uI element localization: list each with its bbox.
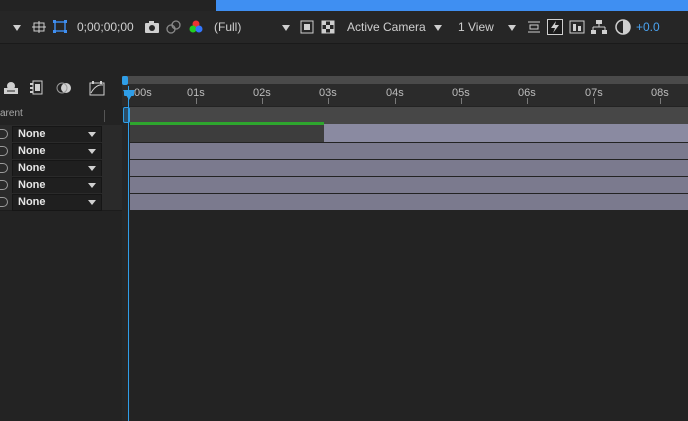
motion-blur-icon[interactable]	[56, 81, 72, 95]
ruler-tick	[196, 98, 197, 104]
chevron-down-icon	[88, 132, 96, 137]
region-of-interest-icon[interactable]	[32, 21, 46, 33]
work-area-start-handle[interactable]	[122, 76, 128, 85]
pick-whip-icon[interactable]	[0, 180, 8, 190]
view-layout-dropdown[interactable]: 1 View	[458, 11, 494, 43]
flowchart-icon[interactable]	[591, 20, 607, 34]
ruler-tick	[395, 98, 396, 104]
playhead-marker[interactable]	[124, 90, 134, 96]
layer-row-5[interactable]: None	[0, 193, 122, 211]
chevron-down-icon	[88, 149, 96, 154]
layer-row-2[interactable]: None	[0, 142, 122, 160]
rgb-channel-icon[interactable]	[188, 20, 204, 34]
resolution-chevron-icon[interactable]	[282, 11, 290, 43]
fast-draft-icon[interactable]	[547, 19, 563, 35]
layer-track-5[interactable]	[130, 194, 688, 211]
chevron-down-icon	[88, 166, 96, 171]
ruler-tick	[527, 98, 528, 104]
tick-label-0: 00s	[134, 87, 152, 99]
layer-row-3[interactable]: None	[0, 159, 122, 177]
snapshot-camera-icon[interactable]	[145, 21, 159, 33]
playhead-line[interactable]	[128, 86, 129, 421]
resolution-dropdown[interactable]: (Full)	[214, 11, 241, 43]
ruler-tick	[262, 98, 263, 104]
show-snapshot-icon[interactable]	[166, 20, 181, 34]
parent-select[interactable]: None	[12, 143, 102, 160]
timecode-display[interactable]: 0;00;00;00	[77, 11, 134, 43]
parent-select-value: None	[18, 196, 46, 208]
layer-track-2[interactable]	[130, 143, 688, 160]
ruler-tick	[594, 98, 595, 104]
camera-view-chevron-icon[interactable]	[434, 11, 442, 43]
parent-select[interactable]: None	[12, 160, 102, 177]
parent-select[interactable]: None	[12, 126, 102, 143]
active-panel-highlight[interactable]	[216, 0, 688, 11]
layer-track-3[interactable]	[130, 160, 688, 177]
pick-whip-icon[interactable]	[0, 163, 8, 173]
ruler-tick	[461, 98, 462, 104]
exposure-value[interactable]: +0.0	[636, 11, 660, 43]
timeline-panel-icon[interactable]	[569, 20, 585, 34]
frame-blending-icon[interactable]	[30, 80, 44, 96]
view-layout-chevron-icon[interactable]	[508, 11, 516, 43]
toggle-pixel-aspect-icon[interactable]	[527, 20, 541, 34]
chevron-down-icon	[88, 183, 96, 188]
chevron-down-icon	[88, 200, 96, 205]
fast-previews-icon[interactable]	[300, 20, 314, 34]
column-separator[interactable]	[104, 110, 105, 122]
render-cache-bar	[130, 122, 324, 125]
layer-track-1-inactive[interactable]	[130, 124, 324, 142]
camera-view-dropdown[interactable]: Active Camera	[347, 11, 426, 43]
graph-editor-icon[interactable]	[89, 81, 105, 96]
ruler-tick	[328, 98, 329, 104]
work-area-bar[interactable]	[122, 76, 688, 84]
ruler-tick	[660, 98, 661, 104]
parent-select[interactable]: None	[12, 194, 102, 211]
parent-select-value: None	[18, 179, 46, 191]
parent-select-value: None	[18, 162, 46, 174]
pick-whip-icon[interactable]	[0, 197, 8, 207]
toggle-transparency-grid-icon[interactable]	[52, 19, 68, 34]
parent-select-value: None	[18, 145, 46, 157]
layer-row-4[interactable]: None	[0, 176, 122, 194]
parent-column-header[interactable]: arent	[0, 108, 23, 119]
parent-select-value: None	[18, 128, 46, 140]
layer-track-1[interactable]	[324, 124, 688, 142]
pick-whip-icon[interactable]	[0, 129, 8, 139]
layer-track-4[interactable]	[130, 177, 688, 194]
exposure-icon[interactable]	[615, 19, 631, 35]
transparency-grid-icon[interactable]	[321, 20, 335, 34]
pick-whip-icon[interactable]	[0, 146, 8, 156]
panel-gap	[0, 44, 688, 74]
panel-menu-chevron[interactable]	[13, 11, 21, 43]
viewer-toolbar: 0;00;00;00 (Full) Active Camera 1 View +…	[0, 11, 688, 44]
parent-select[interactable]: None	[12, 177, 102, 194]
layer-row-1[interactable]: None	[0, 125, 122, 143]
draft-3d-icon[interactable]	[3, 80, 19, 96]
